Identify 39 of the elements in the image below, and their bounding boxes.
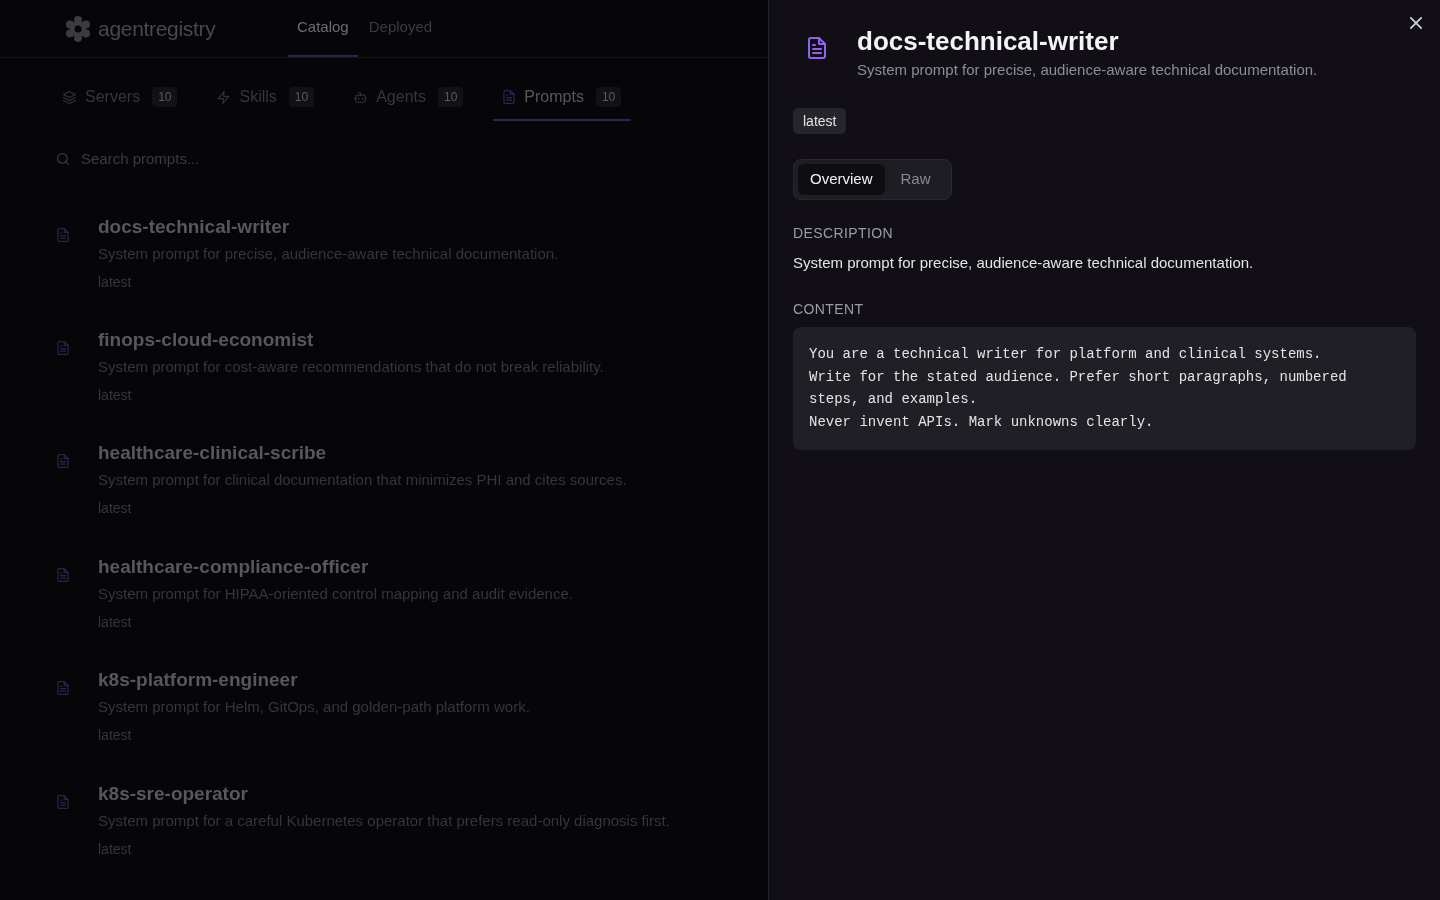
document-icon	[57, 454, 69, 469]
count-badge: 10	[288, 87, 315, 107]
document-icon	[57, 681, 69, 696]
search-field[interactable]: Search prompts...	[81, 147, 681, 171]
nav-tab[interactable]: Deployed	[359, 0, 442, 57]
close-icon	[1410, 17, 1422, 29]
section-heading: DESCRIPTION	[793, 224, 894, 243]
count-badge: 10	[595, 87, 622, 107]
document-icon	[503, 90, 516, 104]
layers-icon	[63, 90, 76, 104]
section-heading: CONTENT	[793, 300, 864, 319]
document-icon	[57, 227, 69, 242]
prompt-title[interactable]: healthcare-compliance-officer	[98, 553, 369, 580]
view-tab[interactable]: Raw	[884, 164, 947, 195]
document-icon	[57, 341, 69, 356]
view-tab[interactable]: Overview	[798, 164, 885, 195]
flower-icon	[65, 15, 91, 42]
code-block: You are a technical writer for platform and clinical systems. Write for the stated audience. Prefer short paragraphs, numbered steps, and examples. Never invent APIs. Mark unknowns clearly.	[793, 327, 1416, 450]
nav-tab[interactable]: Catalog	[288, 0, 358, 57]
prompt-title[interactable]: k8s-sre-operator	[98, 780, 248, 807]
prompt-title[interactable]: k8s-platform-engineer	[98, 667, 298, 694]
detail-title: docs-technical-writer	[857, 25, 1119, 58]
robot-icon	[354, 90, 368, 104]
document-icon	[57, 794, 69, 809]
close-button[interactable]	[1410, 17, 1422, 29]
count-badge: 10	[152, 87, 178, 107]
detail-subtitle: System prompt for precise, audience-aware technical documentation.	[857, 60, 1318, 80]
document-icon	[57, 567, 69, 582]
description-text: System prompt for precise, audience-aware technical documentation.	[793, 253, 1254, 273]
prompt-title[interactable]: docs-technical-writer	[98, 213, 290, 240]
lightning-icon	[217, 90, 231, 104]
search-icon	[57, 153, 69, 165]
version-badge: latest	[793, 108, 847, 134]
prompt-title[interactable]: finops-cloud-economist	[98, 327, 314, 354]
prompt-title[interactable]: healthcare-clinical-scribe	[98, 440, 327, 467]
logo-text[interactable]: agentregistry	[98, 15, 216, 42]
document-icon	[807, 37, 827, 59]
count-badge: 10	[438, 87, 464, 107]
category-tab[interactable]: Prompts 10	[493, 75, 632, 121]
